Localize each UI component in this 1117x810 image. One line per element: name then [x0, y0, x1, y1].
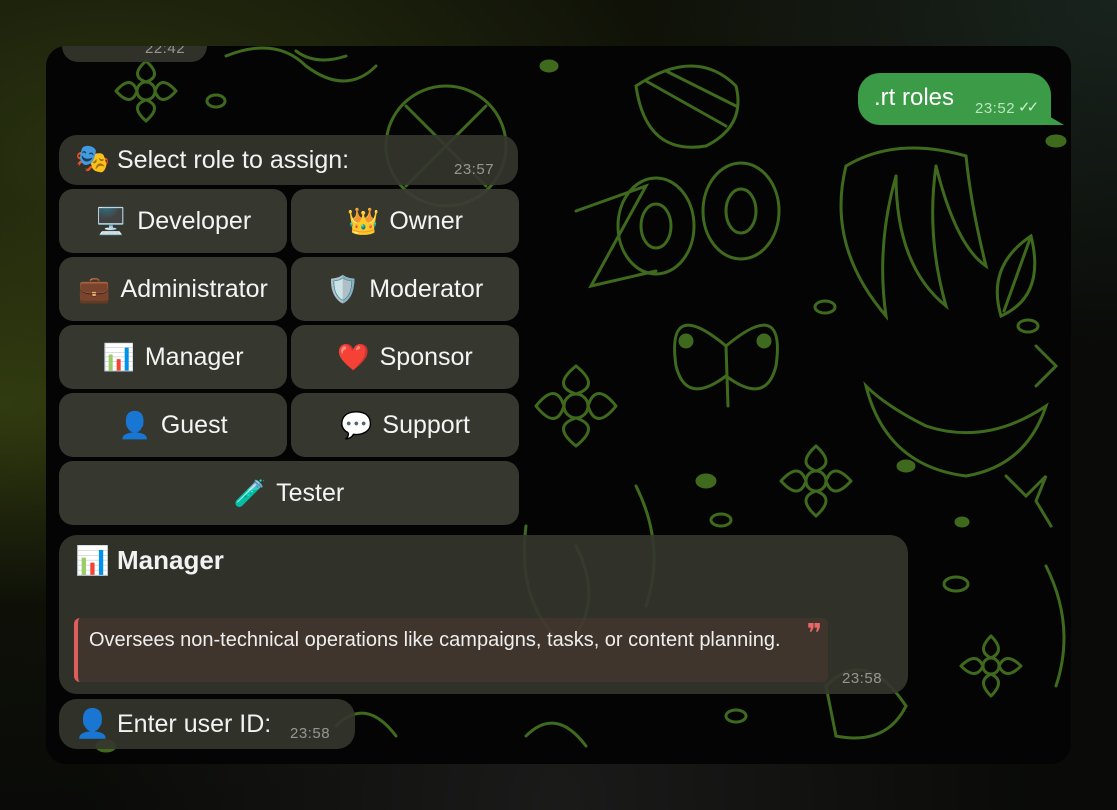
button-label: Moderator [369, 274, 484, 303]
heart-icon: ❤️ [337, 341, 370, 372]
message-text: Enter user ID: [117, 710, 272, 738]
role-button-manager[interactable]: 📊 Manager [59, 325, 287, 389]
user-id-prompt-message[interactable]: 👤 Enter user ID: 23:58 [59, 699, 355, 749]
bar-chart-icon: 📊 [102, 341, 135, 372]
role-description: Oversees non-technical operations like c… [89, 629, 781, 651]
message-text: Select role to assign: [117, 146, 350, 174]
briefcase-icon: 💼 [78, 273, 111, 304]
message-time: 23:52 [975, 100, 1016, 117]
button-label: Developer [137, 206, 252, 235]
message-time: 22:42 [145, 46, 186, 57]
read-check-icon: ✓✓ [1018, 99, 1039, 116]
role-button-support[interactable]: 💬 Support [291, 393, 519, 457]
quote-icon: ❞ [806, 618, 822, 648]
user-silhouette-icon: 👤 [75, 708, 110, 739]
button-label: Guest [160, 410, 228, 439]
role-button-developer[interactable]: 🖥️ Developer [59, 189, 287, 253]
message-time: 23:57 [454, 161, 495, 178]
speech-bubble-icon: 💬 [340, 409, 373, 440]
user-silhouette-icon: 👤 [118, 409, 151, 440]
role-button-guest[interactable]: 👤 Guest [59, 393, 287, 457]
button-label: Tester [276, 478, 345, 507]
bar-chart-icon: 📊 [75, 545, 110, 576]
message-time: 23:58 [842, 670, 883, 687]
sent-message-bubble[interactable]: .rt roles 23:52 ✓✓ [858, 73, 1051, 125]
button-label: Manager [144, 342, 244, 371]
theater-masks-icon: 🎭 [75, 143, 110, 174]
role-prompt-message[interactable]: 🎭 Select role to assign: 23:57 [59, 135, 518, 185]
message-time: 23:58 [290, 725, 331, 742]
button-label: Support [382, 410, 470, 439]
shield-icon: 🛡️ [326, 273, 360, 304]
role-button-tester[interactable]: 🧪 Tester [59, 461, 519, 525]
crown-icon: 👑 [346, 205, 380, 236]
role-description-quote: Oversees non-technical operations like c… [74, 618, 828, 682]
test-tube-icon: 🧪 [233, 477, 267, 508]
role-title: Manager [117, 545, 224, 575]
message-text: .rt roles [874, 84, 955, 111]
previous-message-bubble: 22:42 [62, 46, 207, 62]
button-label: Administrator [120, 274, 268, 303]
role-details-message[interactable]: 📊 Manager Oversees non-technical operati… [59, 535, 908, 694]
desktop-computer-icon: 🖥️ [94, 205, 128, 236]
role-button-moderator[interactable]: 🛡️ Moderator [291, 257, 519, 321]
role-button-sponsor[interactable]: ❤️ Sponsor [291, 325, 519, 389]
role-button-administrator[interactable]: 💼 Administrator [59, 257, 287, 321]
button-label: Owner [389, 206, 463, 235]
role-button-owner[interactable]: 👑 Owner [291, 189, 519, 253]
chat-window[interactable]: 22:42 .rt roles 23:52 ✓✓ 🎭 Select role t… [46, 46, 1071, 764]
button-label: Sponsor [379, 342, 473, 371]
